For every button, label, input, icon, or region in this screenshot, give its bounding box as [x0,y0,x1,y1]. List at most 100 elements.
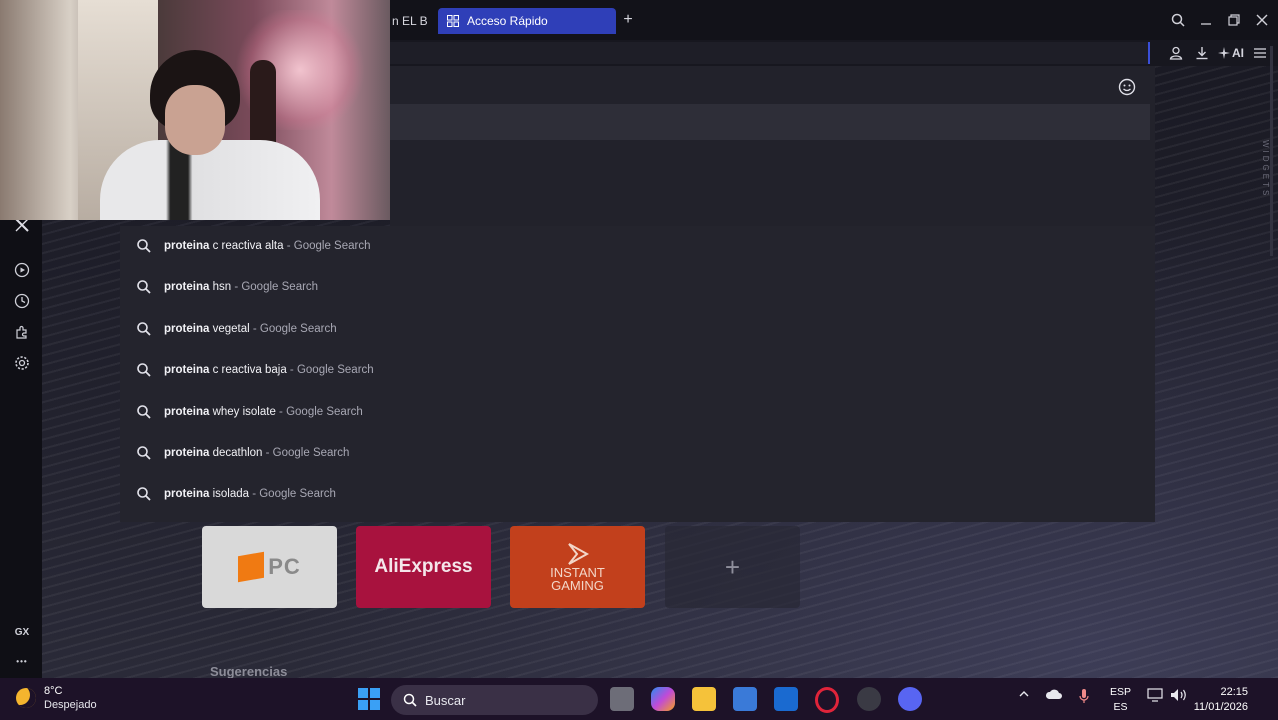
extensions-icon[interactable] [11,321,33,343]
speed-dial-aliexpress[interactable]: AliExpress [356,526,491,608]
copilot-icon[interactable] [651,687,675,711]
instant-gaming-logo-icon [567,543,589,565]
sidebar-more-button[interactable]: ••• [8,657,36,666]
suggestion-completion: decathlon [209,447,263,459]
new-tab-button[interactable]: + [618,10,638,30]
suggestion-item[interactable]: proteina whey isolate - Google Search [120,392,1155,432]
search-tabs-icon[interactable] [1168,8,1188,32]
player-icon[interactable] [11,259,33,281]
suggestion-query: proteina [164,488,210,500]
aliexpress-logo-text: AliExpress [374,556,473,577]
chatgpt-icon[interactable] [857,687,881,711]
pc-cube-icon [238,551,265,583]
address-tools: AI [1166,43,1270,63]
suggestion-query: proteina [164,323,210,335]
minimize-icon[interactable] [1196,8,1216,32]
weather-temperature: 8°C [44,685,63,697]
suggestion-engine: - Google Search [231,281,319,293]
suggestion-item[interactable]: proteina isolada - Google Search [120,474,1155,514]
suggestion-query: proteina [164,364,210,376]
search-input[interactable] [390,104,1150,140]
close-icon[interactable] [1252,8,1272,32]
suggestion-engine: - Google Search [283,240,371,252]
suggestion-item[interactable]: proteina decathlon - Google Search [120,433,1155,473]
language-code: ESP [1110,686,1132,698]
suggestion-engine: - Google Search [275,406,363,418]
sparkle-icon [1218,47,1230,59]
tray-chevron-up-icon[interactable] [1018,688,1030,703]
microsoft-store-icon[interactable] [733,687,757,711]
suggestion-completion: c reactiva alta [209,240,284,252]
taskbar-search-box[interactable]: Buscar [391,685,598,715]
suggestion-query: proteina [164,406,210,418]
gx-label[interactable]: GX [8,627,36,638]
keyboard-layout: ES [1113,701,1128,713]
suggestion-completion: whey isolate [209,406,276,418]
search-icon [137,405,151,419]
microphone-icon[interactable] [1078,688,1090,707]
file-explorer-icon[interactable] [692,687,716,711]
easy-setup-icon[interactable] [1250,43,1270,63]
settings-gear-icon[interactable] [11,352,33,374]
taskbar: 8°C Despejado Buscar ESP ES 22:15 11/01/… [0,678,1278,720]
taskbar-clock[interactable]: 22:15 11/01/2026 [1194,685,1248,715]
tab-label: Acceso Rápido [467,14,548,28]
widgets-scroll-track[interactable] [1270,46,1273,256]
suggestion-completion: isolada [209,488,250,500]
search-suggestions-dropdown: proteina c reactiva alta - Google Search… [120,226,1155,522]
suggestion-query: proteina [164,240,210,252]
suggestion-query: proteina [164,281,210,293]
window-controls [1168,8,1272,32]
pc-componentes-logo: PC [238,551,301,583]
suggestion-engine: - Google Search [262,447,350,459]
speed-dial-pc-componentes[interactable]: PC [202,526,337,608]
suggestion-item[interactable]: proteina hsn - Google Search [120,267,1155,307]
task-view-icon[interactable] [610,687,634,711]
moon-icon [16,688,36,708]
instant-gaming-line2: GAMING [551,578,604,593]
discord-icon[interactable] [898,687,922,711]
tab-acceso-rapido[interactable]: Acceso Rápido [438,8,616,34]
weather-condition: Despejado [44,699,97,711]
speed-dial-search-panel [390,66,1155,226]
search-icon [137,280,151,294]
volume-icon[interactable] [1170,688,1188,705]
tab-previous[interactable]: n EL B [392,8,428,34]
suggestion-completion: c reactiva baja [209,364,287,376]
history-icon[interactable] [11,290,33,312]
search-icon [137,487,151,501]
search-icon [137,363,151,377]
suggestion-item[interactable]: proteina c reactiva alta - Google Search [120,226,1155,266]
suggestion-query: proteina [164,447,210,459]
weather-widget[interactable]: 8°C Despejado [16,684,97,712]
clock-time: 22:15 [1220,686,1248,698]
search-icon [137,239,151,253]
onedrive-cloud-icon[interactable] [1045,688,1063,703]
add-speed-dial-button[interactable]: + [665,526,800,608]
input-language-indicator[interactable]: ESP ES [1110,685,1131,715]
search-icon [403,693,417,707]
suggestion-engine: - Google Search [249,488,336,500]
address-field[interactable] [390,42,1150,64]
suggestion-completion: hsn [209,281,232,293]
suggestion-item[interactable]: proteina vegetal - Google Search [120,309,1155,349]
speed-dial-instant-gaming[interactable]: INSTANT GAMING [510,526,645,608]
suggestion-item[interactable]: proteina c reactiva baja - Google Search [120,350,1155,390]
suggestion-completion: vegetal [209,323,250,335]
network-icon[interactable] [1147,688,1163,705]
opera-gx-icon[interactable] [815,687,839,713]
suggestions-heading: Sugerencias [210,664,288,679]
windows-start-icon[interactable] [358,688,380,710]
grid-icon [447,15,459,27]
aria-ai-button[interactable]: AI [1218,43,1244,63]
download-icon[interactable] [1192,43,1212,63]
widgets-toggle[interactable]: WIDGETS [1258,140,1270,230]
webcam-overlay [0,0,390,220]
account-icon[interactable] [1166,43,1186,63]
outlook-icon[interactable] [774,687,798,711]
suggestion-engine: - Google Search [249,323,337,335]
ai-label: AI [1232,46,1244,60]
address-bar-row: AI [390,40,1278,66]
restore-icon[interactable] [1224,8,1244,32]
emoji-icon[interactable] [1118,78,1136,96]
